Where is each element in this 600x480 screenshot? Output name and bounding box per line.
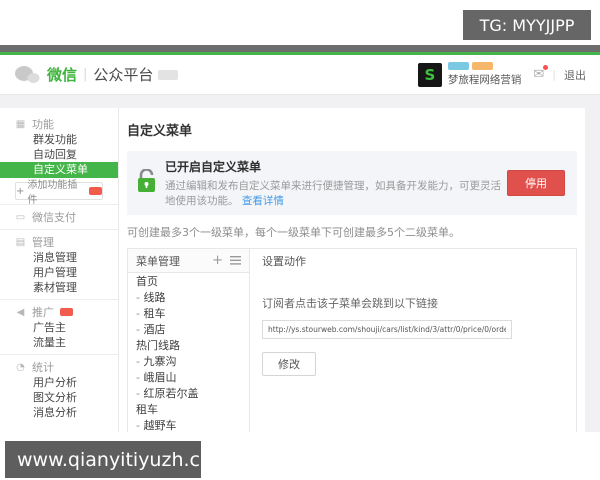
header-divider: |	[552, 68, 556, 81]
menu-child-hotel[interactable]: 酒店	[128, 321, 249, 337]
account-badges	[447, 62, 522, 70]
logout-link[interactable]: 退出	[564, 67, 586, 83]
pie-chart-icon: ◔	[16, 361, 25, 373]
menu-child-suv[interactable]: 越野车	[128, 417, 249, 432]
wallet-icon: ▭	[15, 211, 26, 223]
sidebar-item-message-analysis[interactable]: 消息分析	[0, 405, 118, 420]
plus-icon: +	[16, 185, 25, 197]
action-header: 设置动作	[262, 255, 306, 268]
menu-limit-note: 可创建最多3个一级菜单，每个一级菜单下可创建最多5个二级菜单。	[127, 226, 460, 239]
sidebar: ▦ 功能 群发功能 自动回复 自定义菜单 + 添加功能插件 ▭ 微信支付 ▤ 管…	[0, 108, 119, 432]
product-title: 公众平台	[93, 66, 154, 84]
action-hint: 订阅者点击该子菜单会跳到以下链接	[262, 297, 438, 310]
sidebar-item-traffic-owner[interactable]: 流量主	[0, 335, 118, 350]
section-label: 统计	[32, 361, 54, 374]
modify-button[interactable]: 修改	[262, 352, 316, 376]
header-separator: |	[83, 67, 88, 82]
top-gray-bar	[0, 45, 600, 52]
sidebar-item-user-manage[interactable]: 用户管理	[0, 265, 118, 280]
action-column: 设置动作 订阅者点击该子菜单会跳到以下链接 修改	[250, 249, 576, 432]
add-plugin-button[interactable]: + 添加功能插件	[15, 180, 103, 206]
account-type-badge	[447, 62, 469, 70]
menu-group-car-rental[interactable]: 租车	[128, 401, 249, 417]
menu-child-jiuzhaigou[interactable]: 九寨沟	[128, 353, 249, 369]
menu-child-routes[interactable]: 线路	[128, 289, 249, 305]
sidebar-item-material-manage[interactable]: 素材管理	[0, 280, 118, 295]
new-badge	[60, 308, 73, 316]
header: 微信 | 公众平台 S 梦旅程网络营销 ✉ | 退出	[0, 55, 600, 95]
menu-child-hongyuan-ruoergai[interactable]: 红原若尔盖	[128, 385, 249, 401]
add-plugin-label: 添加功能插件	[27, 180, 78, 206]
sidebar-item-advertiser[interactable]: 广告主	[0, 320, 118, 335]
url-input[interactable]	[262, 320, 512, 339]
sidebar-section-statistics: ◔ 统计	[0, 359, 118, 375]
mail-icon[interactable]: ✉	[533, 65, 549, 82]
menu-child-emeishan[interactable]: 峨眉山	[128, 369, 249, 385]
folder-icon: ▤	[15, 236, 26, 248]
menu-child-car-rental[interactable]: 租车	[128, 305, 249, 321]
menu-group-home[interactable]: 首页	[128, 273, 249, 289]
menu-tree-column: 菜单管理 + 首页 线路 租车 酒店 热门线路 九寨沟 峨眉山 红原若尔盖 租车	[128, 249, 250, 432]
banner-description: 通过编辑和发布自定义菜单来进行便捷管理，如具备开发能力，可更灵活地使用该功能。 …	[165, 178, 507, 208]
product-tag	[158, 69, 179, 80]
unlocked-icon	[137, 168, 156, 197]
banner-text: 已开启自定义菜单 通过编辑和发布自定义菜单来进行便捷管理，如具备开发能力，可更灵…	[165, 158, 507, 208]
menu-group-hot-routes[interactable]: 热门线路	[128, 337, 249, 353]
sidebar-divider	[0, 229, 118, 230]
notification-dot	[543, 65, 549, 70]
grid-icon: ▦	[15, 118, 26, 130]
page-frame: 微信 | 公众平台 S 梦旅程网络营销 ✉ | 退出 ▦ 功能 群发功能 自动回…	[0, 45, 600, 432]
header-right: S 梦旅程网络营销 ✉ | 退出	[417, 62, 586, 87]
section-label: 推广	[32, 306, 54, 319]
banner-title: 已开启自定义菜单	[165, 160, 262, 174]
banner-desc-text: 通过编辑和发布自定义菜单来进行便捷管理，如具备开发能力，可更灵活地使用该功能。	[165, 180, 501, 207]
add-menu-icon[interactable]: +	[212, 254, 223, 267]
section-label: 管理	[32, 236, 54, 249]
sidebar-item-user-analysis[interactable]: 用户分析	[0, 375, 118, 390]
sidebar-item-auto-reply[interactable]: 自动回复	[0, 147, 118, 162]
status-banner: 已开启自定义菜单 通过编辑和发布自定义菜单来进行便捷管理，如具备开发能力，可更灵…	[127, 151, 577, 215]
section-label: 微信支付	[32, 211, 76, 224]
sidebar-item-wechat-pay[interactable]: ▭ 微信支付	[0, 209, 118, 225]
sidebar-section-manage: ▤ 管理	[0, 234, 118, 250]
sidebar-section-features: ▦ 功能	[0, 116, 118, 132]
sidebar-item-mass-message[interactable]: 群发功能	[0, 132, 118, 147]
section-label: 功能	[32, 118, 54, 131]
sidebar-item-message-manage[interactable]: 消息管理	[0, 250, 118, 265]
sidebar-divider	[0, 354, 118, 355]
new-badge	[89, 187, 102, 195]
view-details-link[interactable]: 查看详情	[242, 195, 284, 207]
sidebar-item-article-analysis[interactable]: 图文分析	[0, 390, 118, 405]
menu-editor-panel: 菜单管理 + 首页 线路 租车 酒店 热门线路 九寨沟 峨眉山 红原若尔盖 租车	[127, 248, 577, 432]
megaphone-icon: ◀	[16, 306, 25, 318]
account-name[interactable]: 梦旅程网络营销	[448, 72, 522, 87]
page-body: ▦ 功能 群发功能 自动回复 自定义菜单 + 添加功能插件 ▭ 微信支付 ▤ 管…	[0, 95, 600, 432]
watermark-top: TG: MYYJJPP	[463, 10, 591, 40]
watermark-bottom: www.qianyitiyuzh.com	[5, 441, 230, 478]
disable-button[interactable]: 停用	[507, 170, 565, 196]
sidebar-divider	[0, 299, 118, 300]
menu-tree-header: 菜单管理 +	[128, 249, 249, 273]
action-body: 订阅者点击该子菜单会跳到以下链接 修改	[250, 273, 576, 376]
wechat-bubbles-icon	[14, 65, 40, 85]
main-content: 自定义菜单 已开启自定义菜单 通过编辑和发布自定义菜单来进行便捷管理，如具备开发…	[119, 108, 585, 432]
account-verified-badge	[471, 62, 493, 70]
sort-menu-icon[interactable]	[230, 256, 241, 265]
account-avatar[interactable]: S	[417, 62, 442, 87]
page-title: 自定义菜单	[127, 124, 193, 139]
sidebar-section-promotion: ◀ 推广	[0, 304, 118, 320]
brand-wechat: 微信	[47, 66, 78, 84]
menu-tree-title: 菜单管理	[136, 254, 180, 268]
account-info: 梦旅程网络营销	[447, 62, 522, 87]
